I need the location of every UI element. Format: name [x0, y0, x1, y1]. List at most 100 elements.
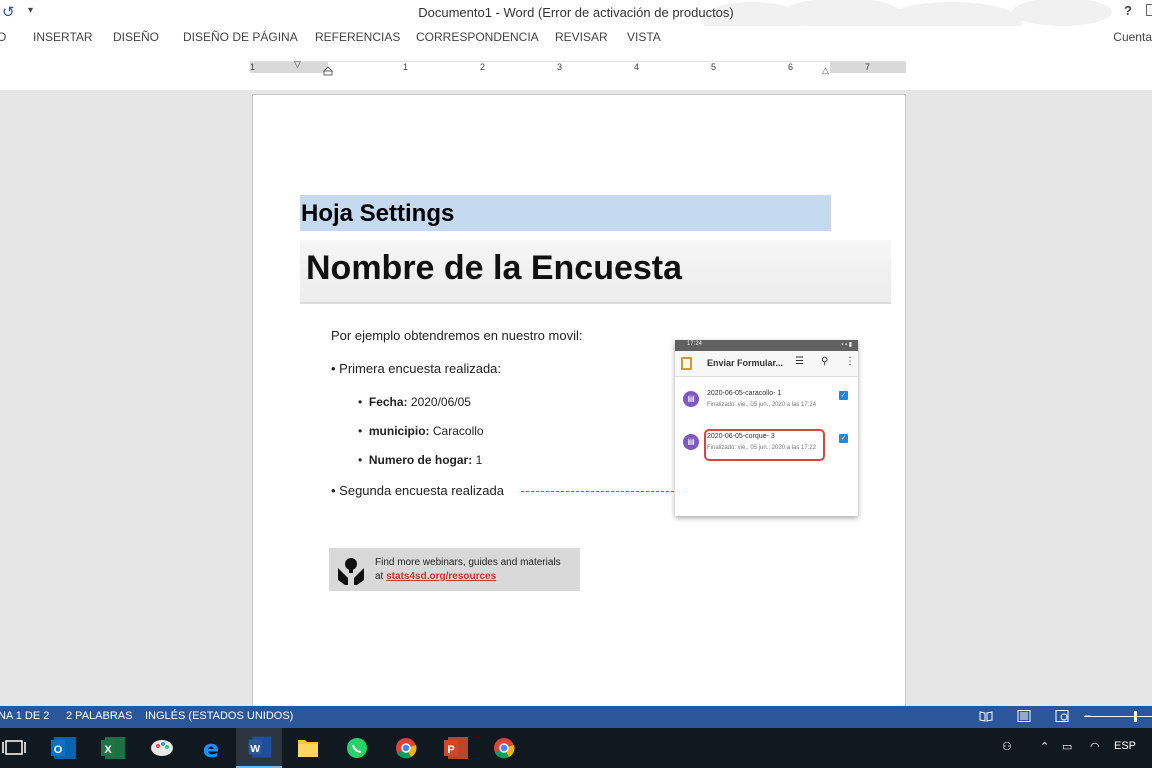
ruler-number: 5: [711, 62, 717, 72]
checkbox-checked-icon: ✓: [839, 434, 848, 443]
slide-title-band: Nombre de la Encuesta: [300, 240, 891, 304]
banner-link[interactable]: stats4sd.org/resources: [386, 571, 496, 582]
tab-revisar[interactable]: REVISAR: [555, 30, 608, 44]
zoom-slider-thumb[interactable]: [1134, 711, 1137, 722]
paint-icon[interactable]: [139, 728, 185, 768]
file-explorer-icon[interactable]: [285, 728, 331, 768]
tab-correspondencia[interactable]: CORRESPONDENCIA: [416, 30, 539, 44]
fecha-label: Fecha:: [368, 395, 408, 409]
tab-insertar[interactable]: INSERTAR: [33, 30, 93, 44]
clipboard-icon: [681, 357, 692, 370]
tab-diseno-de-pagina[interactable]: DISEÑO DE PÁGINA: [183, 30, 298, 44]
phone-item-status: Finalizado: vie., 05 jun., 2020 a las 17…: [707, 402, 817, 408]
page-count[interactable]: NA 1 DE 2: [0, 710, 49, 722]
form-document-icon: ▤: [683, 434, 699, 450]
search-icon: ⚲: [821, 356, 829, 367]
show-hidden-icons-icon[interactable]: ⌃: [1040, 740, 1049, 753]
document-area: Hoja Settings Nombre de la Encuesta Por …: [0, 90, 1152, 714]
read-mode-icon[interactable]: [979, 710, 993, 722]
right-indent-icon[interactable]: △: [822, 65, 829, 76]
highlight-box: [704, 429, 825, 461]
ruler-number: 2: [480, 62, 486, 72]
input-language[interactable]: ESP: [1114, 740, 1136, 752]
window-title: Documento1 - Word (Error de activación d…: [418, 5, 734, 20]
windows-taskbar: O X e W P ⚇ ⌃ ▭ ◠ ESP: [0, 728, 1152, 768]
phone-list-item: ▤ 2020-06-05-caracollo- 1 Finalizado: vi…: [675, 382, 858, 422]
slide-sub-bullet-fecha: • Fecha: 2020/06/05: [358, 395, 471, 409]
title-bar: ↺ ▾ Documento1 - Word (Error de activaci…: [0, 0, 1152, 42]
tab-diseno[interactable]: DISEÑO: [113, 30, 159, 44]
tab-inicio[interactable]: O: [0, 30, 6, 44]
phone-screenshot: 17:24 ▪ ▪ ▮ Enviar Formular... ☰ ⚲ ⋮ ▤ 2…: [675, 340, 858, 516]
hogar-label: Numero de hogar:: [368, 453, 473, 467]
language-indicator[interactable]: INGLÉS (ESTADOS UNIDOS): [145, 710, 293, 722]
word-icon[interactable]: W: [236, 728, 282, 768]
ruler-number: 7: [865, 62, 871, 72]
phone-app-bar: Enviar Formular... ☰ ⚲ ⋮: [675, 351, 858, 377]
heading-text[interactable]: Hoja Settings: [301, 200, 454, 228]
ruler-number: 1: [403, 62, 409, 72]
slide-bullet-first-survey: • Primera encuesta realizada:: [331, 361, 502, 376]
phone-status-time: 17:24: [687, 341, 703, 347]
battery-icon[interactable]: ▭: [1062, 740, 1072, 753]
checkbox-checked-icon: ✓: [839, 391, 848, 400]
phone-status-bar: 17:24 ▪ ▪ ▮: [675, 340, 858, 351]
form-document-icon: ▤: [683, 391, 699, 407]
tab-vista[interactable]: VISTA: [627, 30, 661, 44]
wifi-icon[interactable]: ◠: [1090, 740, 1100, 753]
restore-window-icon[interactable]: [1146, 4, 1152, 16]
hogar-value: 1: [475, 453, 483, 467]
tab-referencias[interactable]: REFERENCIAS: [315, 30, 400, 44]
hands-lightbulb-icon: [338, 558, 364, 585]
people-icon[interactable]: ⚇: [1002, 740, 1012, 753]
word-count[interactable]: 2 PALABRAS: [66, 710, 132, 722]
ruler-number: 3: [557, 62, 563, 72]
edge-icon[interactable]: e: [188, 728, 234, 768]
more-options-icon: ⋮: [845, 356, 855, 367]
banner-line-1: Find more webinars, guides and materials: [375, 557, 561, 568]
outlook-icon[interactable]: O: [40, 728, 86, 768]
ruler-number: 6: [788, 62, 794, 72]
web-layout-icon[interactable]: [1055, 710, 1069, 722]
bullet-dot: •: [358, 395, 363, 409]
fecha-value: 2020/06/05: [410, 395, 471, 409]
svg-text:O: O: [54, 744, 63, 756]
svg-text:W: W: [250, 744, 260, 755]
chrome-icon[interactable]: [481, 728, 527, 768]
ribbon-tabs: O INSERTAR DISEÑO DISEÑO DE PÁGINA REFER…: [0, 26, 1152, 50]
municipio-label: municipio:: [368, 424, 430, 438]
municipio-value: Caracollo: [432, 424, 484, 438]
whatsapp-icon[interactable]: [334, 728, 380, 768]
slide-title: Nombre de la Encuesta: [306, 249, 683, 287]
ruler-left-margin: [250, 62, 328, 73]
resources-banner: Find more webinars, guides and materials…: [329, 548, 580, 591]
slide-sub-bullet-hogar: • Numero de hogar: 1: [358, 453, 482, 467]
hanging-indent-icon[interactable]: [323, 66, 333, 76]
status-bar: NA 1 DE 2 2 PALABRAS INGLÉS (ESTADOS UNI…: [0, 706, 1152, 728]
banner-prefix: at: [375, 571, 387, 582]
slide-sub-bullet-municipio: • municipio: Caracollo: [358, 424, 484, 438]
phone-item-name: 2020-06-05-caracollo- 1: [707, 390, 782, 397]
horizontal-ruler[interactable]: 1 1 2 3 4 5 6 7 ▽ △: [250, 59, 906, 76]
slide-image: Nombre de la Encuesta Por ejemplo obtend…: [300, 240, 891, 595]
document-page[interactable]: Hoja Settings Nombre de la Encuesta Por …: [252, 94, 906, 714]
svg-text:e: e: [203, 735, 219, 763]
sort-icon: ☰: [795, 356, 804, 367]
powerpoint-icon[interactable]: P: [432, 728, 478, 768]
slide-intro: Por ejemplo obtendremos en nuestro movil…: [331, 328, 583, 343]
bullet-dot: •: [358, 453, 363, 467]
excel-icon[interactable]: X: [89, 728, 135, 768]
ruler-number: 1: [250, 62, 256, 72]
help-button[interactable]: ?: [1124, 3, 1132, 18]
account-link[interactable]: Cuenta: [1113, 30, 1152, 44]
phone-app-title: Enviar Formular...: [707, 358, 784, 368]
svg-text:P: P: [447, 744, 454, 756]
task-view-icon[interactable]: [0, 728, 38, 768]
banner-line-2: at stats4sd.org/resources: [375, 571, 496, 582]
chrome-icon[interactable]: [383, 728, 429, 768]
svg-text:X: X: [104, 744, 112, 756]
zoom-slider[interactable]: [1084, 716, 1152, 717]
first-line-indent-icon[interactable]: ▽: [294, 59, 301, 70]
print-layout-icon[interactable]: [1017, 710, 1031, 722]
heading-highlight: Hoja Settings: [300, 195, 831, 231]
